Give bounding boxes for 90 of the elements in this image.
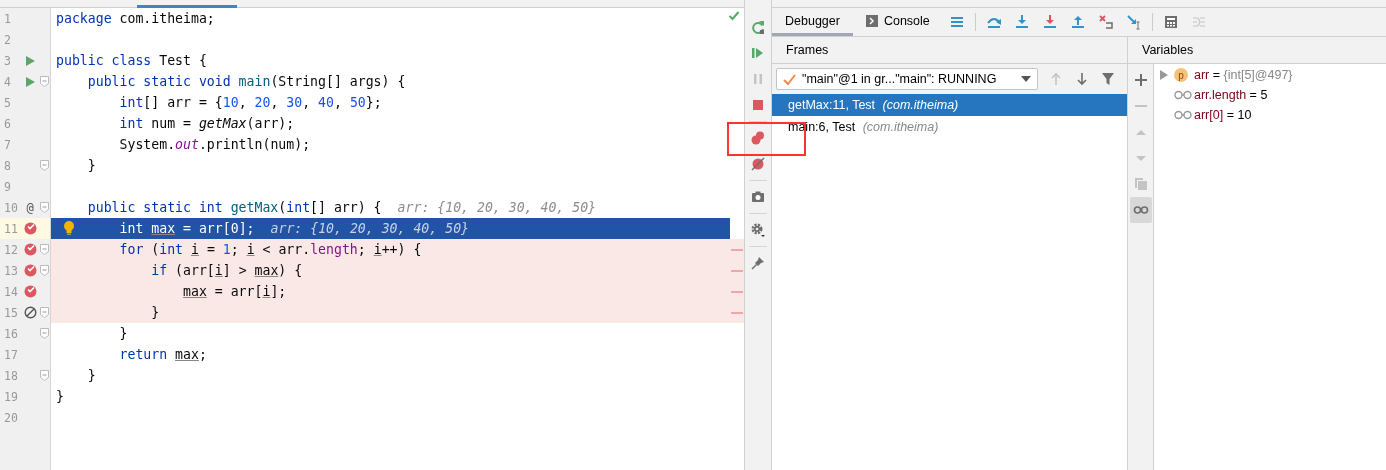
settings-icon[interactable] [750,222,766,238]
step-out-icon[interactable] [1069,14,1086,30]
drop-frame-icon[interactable] [1097,14,1114,30]
line-number: 14 [3,284,19,299]
line-number: 16 [3,326,19,341]
breakpoint-stripe-mark [731,311,743,314]
line-number: 18 [3,368,19,383]
code-line: } [119,326,128,341]
code-line: public static void main(String[] args) { [87,74,406,89]
line-number: 5 [3,95,12,110]
breakpoint-stripe-mark [731,248,743,251]
run-icon[interactable] [24,75,36,88]
line-number: 10 [3,200,19,215]
variable-entry[interactable]: arr = {int[5]@497} [1194,68,1293,82]
code-line: public class Test { [56,53,207,68]
variable-badge: p [1174,68,1188,82]
line-number: 19 [3,389,19,404]
line-number: 20 [3,410,19,425]
console-icon [865,14,878,27]
code-line: } [87,158,96,173]
code-line: public static int getMax(int[] arr) { arr: {10, 20, 30, 40, 50} [87,200,597,215]
plus-icon[interactable] [1132,72,1149,88]
implements-marker[interactable]: @ [26,200,34,215]
breakpoint-stripe-mark [731,290,743,293]
code-line: int num = getMax(arr); [119,116,295,131]
variable-entry[interactable]: arr.length = 5 [1194,88,1268,102]
run-to-cursor-icon[interactable] [1125,14,1142,30]
stop-icon[interactable] [750,97,766,113]
step-into-icon[interactable] [1013,14,1030,30]
line-number: 9 [3,179,12,194]
check-icon [728,10,740,22]
fold-icon[interactable] [40,244,49,255]
line-number: 7 [3,137,12,152]
filter-icon[interactable] [1100,71,1116,87]
breakpoint-icon[interactable] [23,285,37,298]
code-line: int[] arr = {10, 20, 30, 40, 50}; [119,95,382,110]
force-step-into-icon[interactable] [1041,14,1058,30]
line-number: 2 [3,32,12,47]
code-line: package com.itheima; [56,11,215,26]
breakpoint-icon[interactable] [23,264,37,277]
fold-icon[interactable] [40,265,49,276]
fold-icon[interactable] [40,202,49,213]
calculator-icon[interactable] [1162,14,1179,30]
code-line: } [56,389,64,404]
code-line: System.out.println(num); [119,137,311,152]
caret-icon [1021,76,1031,82]
panel-title: Frames [786,43,829,57]
check-icon [783,73,796,85]
mute-breakpoints-icon[interactable] [750,156,766,172]
fold-icon[interactable] [40,328,49,339]
breakpoints-icon[interactable] [750,130,766,146]
line-number: 3 [3,53,12,68]
fold-icon[interactable] [40,370,49,381]
variable-entry[interactable]: arr[0] = 10 [1194,108,1252,122]
line-number: 12 [3,242,19,257]
fold-icon[interactable] [40,307,49,318]
panel-tab[interactable]: Console [852,8,943,36]
lightbulb-icon[interactable] [63,221,75,235]
glasses-icon [1174,110,1192,120]
breakpoint-icon[interactable] [23,222,37,235]
fold-icon[interactable] [40,76,49,87]
down-arrow-icon[interactable] [1074,71,1090,87]
code-line: int max = arr[0]; arr: {10, 20, 30, 40, 50} [119,221,469,236]
line-number: 4 [3,74,12,89]
code-line: if (arr[i] > max) { [151,263,303,278]
run-icon[interactable] [24,54,36,67]
line-number: 13 [3,263,19,278]
camera-icon[interactable] [750,189,766,205]
pin-icon[interactable] [750,255,766,271]
code-line: } [151,305,160,320]
code-line: return max; [119,347,207,362]
list-icon[interactable] [948,14,965,30]
line-number: 11 [3,221,19,236]
frame-item[interactable]: getMax:11, Test (com.itheima) [772,94,1127,116]
line-number: 1 [3,11,12,26]
code-line: max = arr[i]; [183,284,287,299]
thread-dropdown[interactable]: "main"@1 in gr..."main": RUNNING [776,68,1038,90]
code-line: } [87,368,96,383]
line-number: 6 [3,116,12,131]
line-number: 15 [3,305,19,320]
line-number: 8 [3,158,12,173]
breakpoint-stripe-mark [731,269,743,272]
glasses-icon [1174,90,1192,100]
expand-icon[interactable] [1160,70,1168,80]
rerun-icon[interactable] [750,19,766,35]
panel-title: Variables [1142,43,1194,57]
fold-icon[interactable] [40,160,49,171]
code-line: for (int i = 1; i < arr.length; i++) { [119,242,422,257]
line-number: 17 [3,347,19,362]
breakpoint-icon[interactable] [23,243,37,256]
